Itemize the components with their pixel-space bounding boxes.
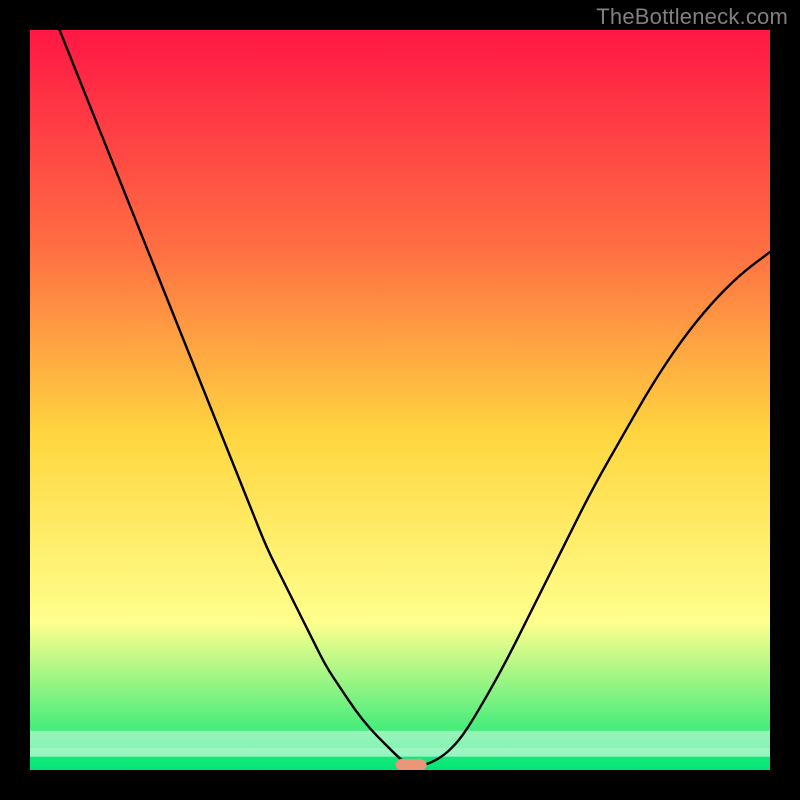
- highlight-band: [30, 748, 770, 757]
- plot-svg: [30, 30, 770, 770]
- chart-frame: TheBottleneck.com: [0, 0, 800, 800]
- marker-pill: [396, 759, 427, 770]
- watermark-text: TheBottleneck.com: [596, 4, 788, 30]
- highlight-bands: [30, 731, 770, 757]
- highlight-band: [30, 731, 770, 748]
- plot-background: [30, 30, 770, 770]
